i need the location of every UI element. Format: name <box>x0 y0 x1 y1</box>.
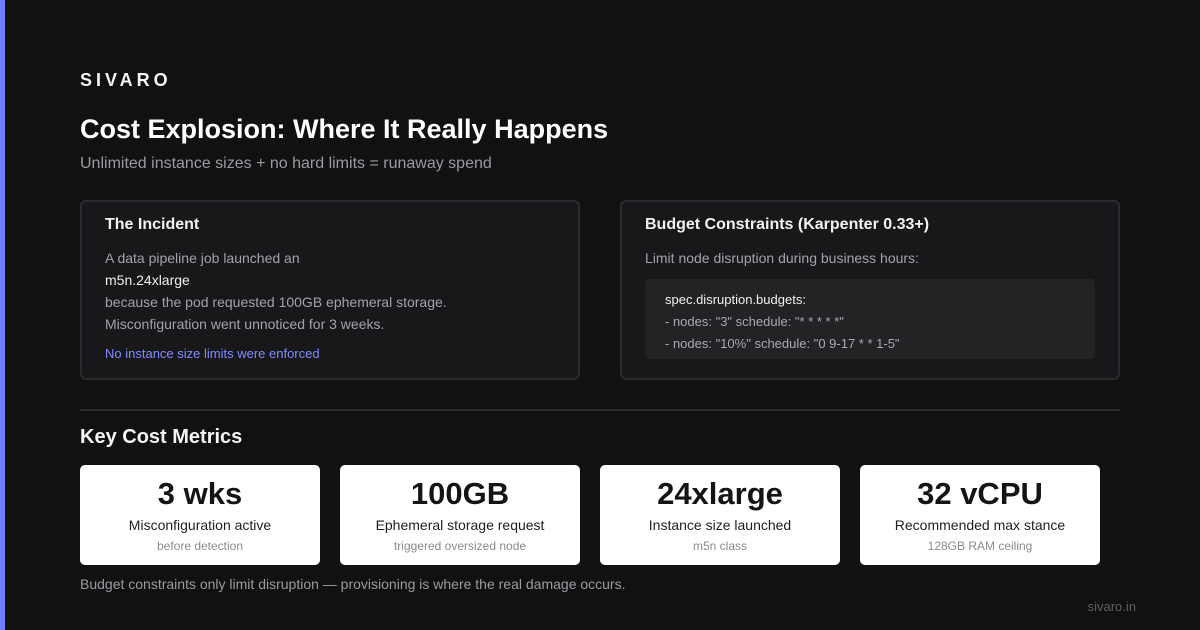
budget-card: Budget Constraints (Karpenter 0.33+) Lim… <box>620 200 1120 380</box>
section-divider <box>80 409 1120 411</box>
metric-sublabel: m5n class <box>692 539 748 553</box>
code-line: spec.disruption.budgets: <box>665 292 806 307</box>
metric-card: 100GB Ephemeral storage request triggere… <box>340 465 580 565</box>
incident-line: A data pipeline job launched an <box>105 250 300 266</box>
metric-value: 24xlarge <box>657 476 783 511</box>
budget-description: Limit node disruption during business ho… <box>645 250 919 266</box>
incident-card: The Incident A data pipeline job launche… <box>80 200 580 380</box>
metric-card: 24xlarge Instance size launched m5n clas… <box>600 465 840 565</box>
incident-instance-type: m5n.24xlarge <box>105 272 190 288</box>
footer-note: Budget constraints only limit disruption… <box>80 576 626 592</box>
metric-label: Instance size launched <box>648 517 792 533</box>
page-subtitle: Unlimited instance sizes + no hard limit… <box>80 155 492 172</box>
incident-line: because the pod requested 100GB ephemera… <box>105 294 447 310</box>
code-line: - nodes: "3" schedule: "* * * * *" <box>665 314 844 329</box>
metric-label: Recommended max stance <box>894 517 1066 533</box>
brand-logo: SIVARO <box>80 70 172 90</box>
accent-bar <box>0 0 5 630</box>
footer-brand: sivaro.in <box>1087 599 1136 614</box>
budget-card-title: Budget Constraints (Karpenter 0.33+) <box>645 216 930 233</box>
metric-card: 32 vCPU Recommended max stance 128GB RAM… <box>860 465 1100 565</box>
metric-sublabel: 128GB RAM ceiling <box>927 539 1033 553</box>
incident-line: Misconfiguration went unnoticed for 3 we… <box>105 316 385 332</box>
incident-card-title: The Incident <box>105 216 200 233</box>
metric-sublabel: triggered oversized node <box>393 539 527 553</box>
metric-sublabel: before detection <box>156 539 244 553</box>
incident-note: No instance size limits were enforced <box>105 346 320 361</box>
metric-label: Misconfiguration active <box>128 517 272 533</box>
code-line: - nodes: "10%" schedule: "0 9-17 * * 1-5… <box>665 336 900 351</box>
metric-card: 3 wks Misconfiguration active before det… <box>80 465 320 565</box>
metric-label: Ephemeral storage request <box>375 517 545 533</box>
metric-value: 32 vCPU <box>917 476 1043 511</box>
code-block: spec.disruption.budgets: - nodes: "3" sc… <box>645 279 1095 359</box>
page-title: Cost Explosion: Where It Really Happens <box>80 114 609 144</box>
metric-value: 3 wks <box>157 476 243 511</box>
metric-value: 100GB <box>410 476 510 511</box>
metrics-section-title: Key Cost Metrics <box>80 426 243 448</box>
